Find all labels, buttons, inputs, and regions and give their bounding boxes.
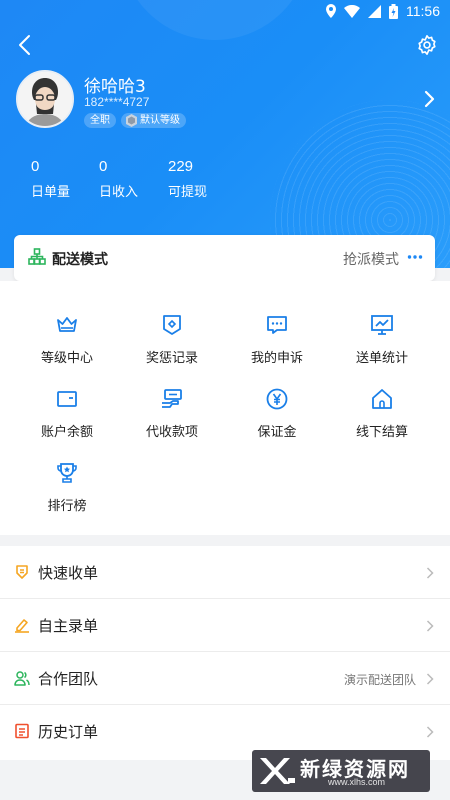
level-tag[interactable]: 默认等级 [121,113,186,128]
edit-icon [15,619,29,633]
grid-item-label: 代收款项 [145,425,198,440]
function-grid: 等级中心 奖惩记录 我的申诉 送单统计 账户余额 代收款项 保证金 线下结算 排… [0,281,450,535]
grid-item-deposit[interactable]: 保证金 [222,387,332,440]
site-watermark: 新绿资源网 www.xlhs.com [252,750,430,792]
stat-value: 0 [31,158,40,175]
watermark-logo-icon [260,758,295,784]
grid-item-label: 排行榜 [47,499,87,514]
more-dots-icon[interactable] [407,250,423,264]
profile-chevron-right-icon[interactable] [424,90,436,108]
user-name: 徐哈哈3 [84,77,146,97]
list-item-label: 合作团队 [38,670,99,688]
delivery-mode-icon [28,248,46,265]
stat-label: 可提现 [168,185,208,200]
chat-icon [267,316,287,334]
job-type-tag: 全职 [84,113,116,128]
avatar-illustration-icon [18,72,72,126]
shield-icon [163,315,181,335]
profile-header: 11:56 徐哈哈3 182****4727 全职 默认等级 0 日单量 0 日… [0,0,450,268]
history-icon [15,723,29,739]
stat-value: 0 [99,158,108,175]
stat-daily-orders[interactable]: 0 日单量 [31,156,70,200]
cash-icon [162,389,182,408]
partner-team-name: 演示配送团队 [343,673,416,687]
home-icon [372,389,392,409]
wifi-icon [344,4,360,18]
grid-item-collection[interactable]: 代收款项 [117,387,227,440]
list-item-label: 历史订单 [38,723,99,741]
grid-item-label: 我的申诉 [250,351,303,366]
grid-item-my-appeal[interactable]: 我的申诉 [222,313,332,366]
level-badge-icon [126,114,137,127]
chart-icon [371,315,393,335]
grid-item-offline-settlement[interactable]: 线下结算 [327,387,437,440]
stat-withdrawable[interactable]: 229 可提现 [168,156,207,200]
grid-item-leaderboard[interactable]: 排行榜 [12,461,122,514]
grid-item-label: 奖惩记录 [145,351,198,366]
back-arrow-icon[interactable] [16,34,36,56]
grid-item-account-balance[interactable]: 账户余额 [12,387,122,440]
status-bar: 11:56 [0,0,450,24]
level-tag-label: 默认等级 [140,115,180,126]
list-item-fast-receive[interactable]: 快速收单 [0,546,450,599]
battery-icon [389,3,398,19]
watermark-url: www.xlhs.com [328,777,386,787]
user-avatar[interactable] [16,70,74,128]
grid-item-delivery-stats[interactable]: 送单统计 [327,313,437,366]
grid-item-label: 等级中心 [40,351,93,366]
stat-label: 日收入 [99,185,139,200]
trophy-icon [57,463,77,483]
list-item-label: 自主录单 [38,617,99,635]
team-icon [14,671,30,686]
list-item-label: 快速收单 [38,564,99,582]
grid-item-label: 账户余额 [40,425,93,440]
grid-item-label: 送单统计 [355,351,408,366]
stat-label: 日单量 [31,185,71,200]
delivery-mode-card[interactable]: 配送模式 抢派模式 [14,235,435,281]
list-item-partner-team[interactable]: 合作团队 演示配送团队 [0,652,450,705]
wallet-icon [57,391,77,407]
chevron-right-icon [426,673,434,685]
chevron-right-icon [426,567,434,579]
stat-daily-income[interactable]: 0 日收入 [99,156,138,200]
user-phone: 182****4727 [84,95,150,109]
grid-item-label: 线下结算 [355,425,408,440]
grid-item-rewards-record[interactable]: 奖惩记录 [117,313,227,366]
grid-item-label: 保证金 [257,425,297,440]
menu-list: 快速收单 自主录单 合作团队 演示配送团队 历史订单 [0,546,450,760]
list-item-manual-entry[interactable]: 自主录单 [0,599,450,652]
settings-gear-icon[interactable] [416,34,438,56]
chevron-right-icon [426,620,434,632]
yen-icon [266,388,288,410]
chevron-right-icon [426,726,434,738]
delivery-mode-title: 配送模式 [52,252,108,268]
signal-icon [368,4,381,18]
crown-icon [57,317,77,332]
fast-receive-icon [16,565,28,579]
location-icon [326,4,336,18]
status-time: 11:56 [406,3,440,19]
stat-value: 229 [168,158,194,175]
delivery-mode-value: 抢派模式 [343,252,399,268]
grid-item-level-center[interactable]: 等级中心 [12,313,122,366]
